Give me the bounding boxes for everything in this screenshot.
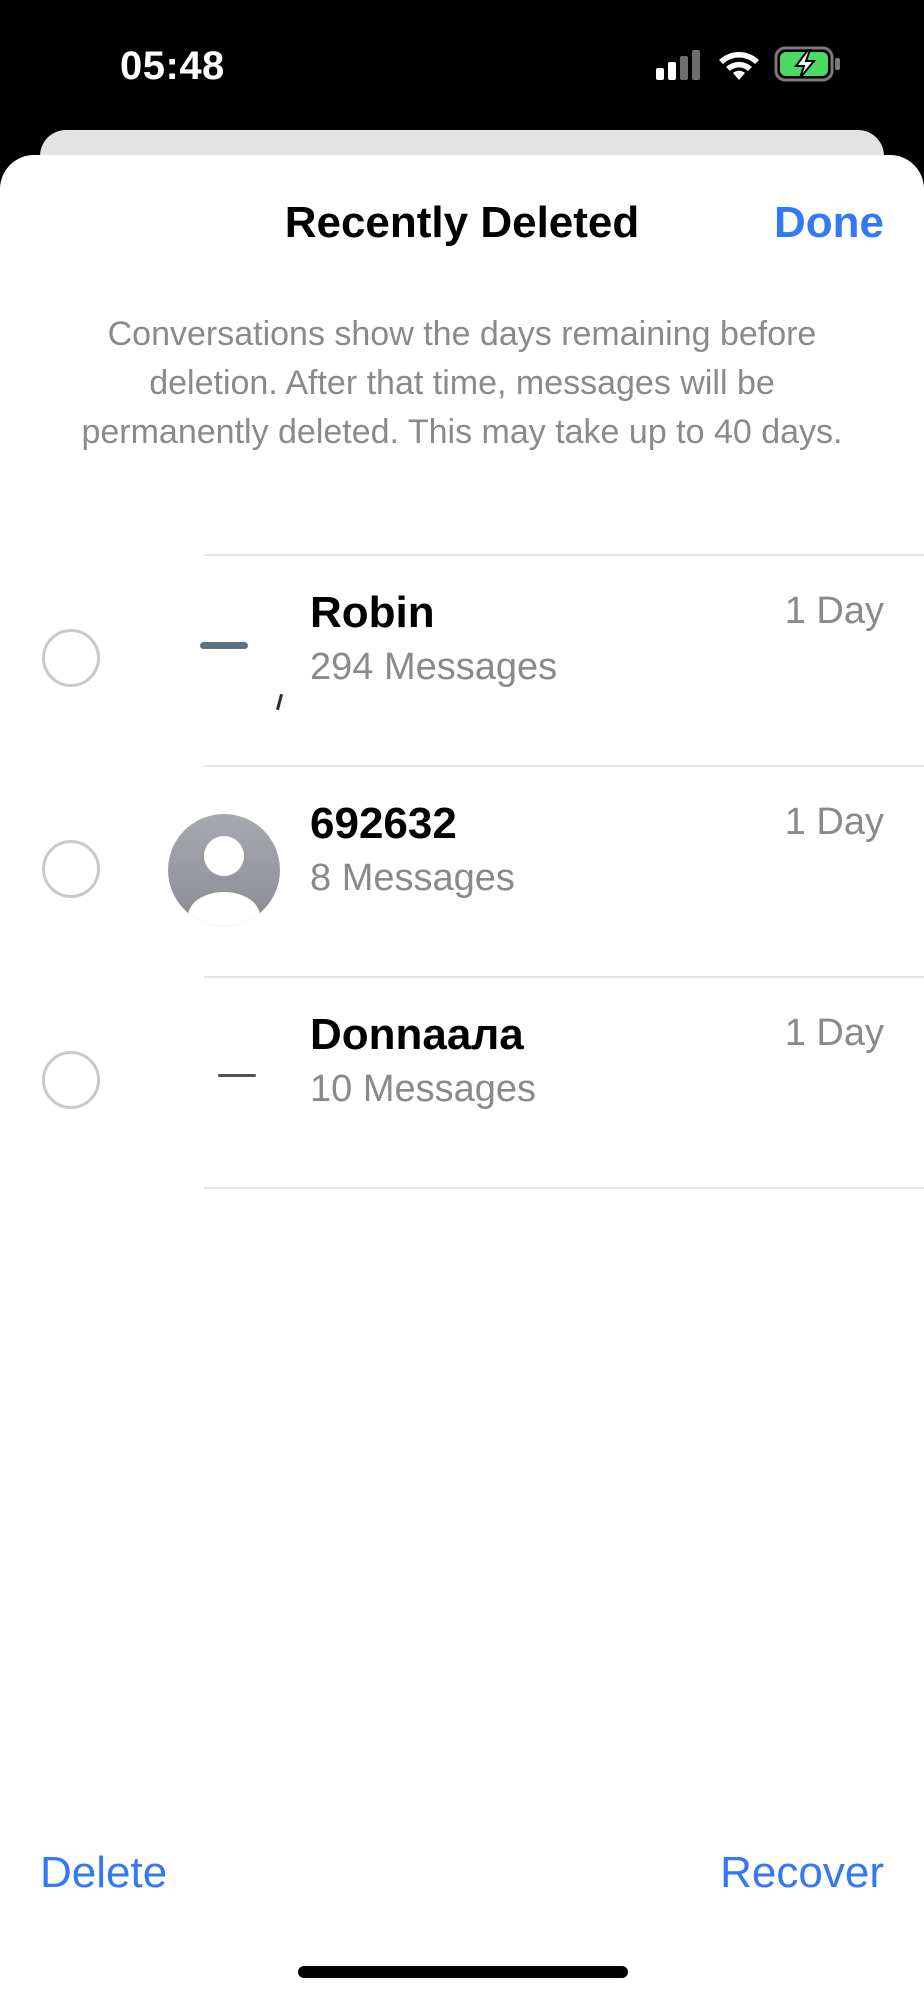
person-placeholder-icon [168, 814, 280, 926]
conversation-name: Robin [310, 588, 435, 637]
recover-button[interactable]: Recover [720, 1848, 884, 1898]
row-separator [204, 554, 924, 556]
message-count: 8 Messages [310, 857, 515, 899]
battery-charging-icon [774, 46, 840, 82]
done-button[interactable]: Done [774, 198, 884, 248]
status-bar: 05:48 [0, 0, 924, 130]
avatar [168, 1016, 280, 1128]
delete-button[interactable]: Delete [40, 1848, 167, 1898]
conversation-name: 692632 [310, 799, 457, 848]
select-radio[interactable] [42, 840, 100, 898]
days-remaining: 1 Day [784, 1012, 884, 1054]
row-separator [204, 976, 924, 978]
description-text: Conversations show the days remaining be… [81, 315, 843, 451]
conversation-row[interactable]: Donnaала 10 Messages 1 Day [0, 976, 924, 1189]
message-count: 10 Messages [310, 1068, 537, 1110]
days-remaining: 1 Day [784, 590, 884, 632]
message-count: 294 Messages [310, 646, 558, 688]
conversation-name: Donnaала [310, 1010, 524, 1059]
conversation-row[interactable]: 692632 8 Messages 1 Day [0, 765, 924, 976]
days-remaining: 1 Day [784, 801, 884, 843]
conversation-row[interactable]: Robin 294 Messages 1 Day [0, 554, 924, 765]
cellular-signal-icon [656, 50, 700, 80]
select-radio[interactable] [42, 629, 100, 687]
home-indicator[interactable] [298, 1966, 628, 1978]
wifi-icon [719, 52, 759, 80]
row-separator [204, 1187, 924, 1189]
row-separator [204, 765, 924, 767]
select-radio[interactable] [42, 1051, 100, 1109]
avatar [168, 594, 284, 711]
status-time: 05:48 [120, 44, 225, 88]
